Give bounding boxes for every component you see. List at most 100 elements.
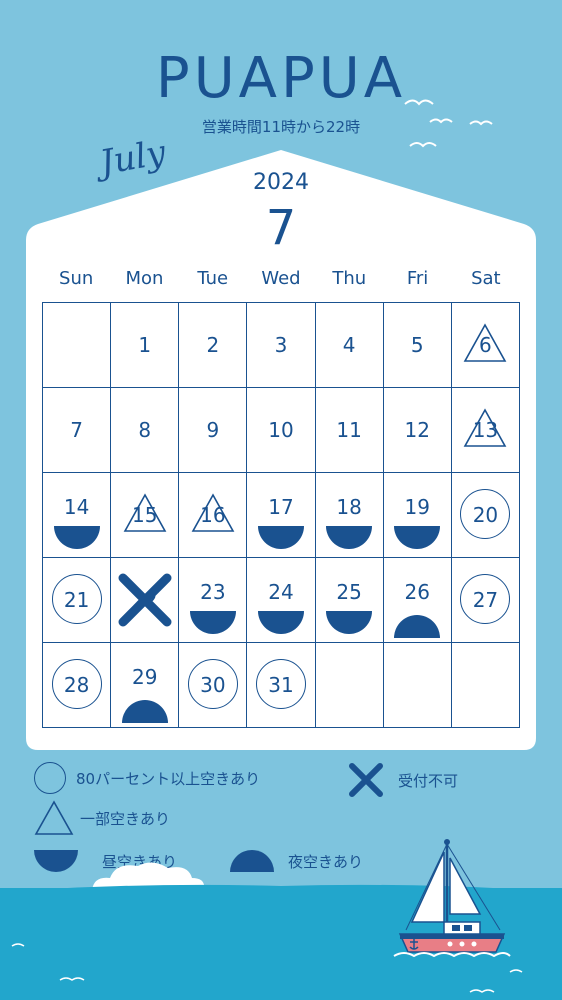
weekday-fri: Fri — [406, 268, 429, 289]
cross-icon — [349, 763, 383, 797]
day-number: 21 — [63, 588, 90, 612]
day-number: 31 — [268, 673, 294, 697]
day-cell-31[interactable]: 31 — [247, 643, 316, 728]
triangle-icon — [34, 800, 74, 835]
weekday-sun: Sun — [59, 268, 94, 289]
day-number: 10 — [268, 418, 294, 442]
day-number: 17 — [268, 494, 294, 519]
day-cell-15[interactable]: 15 — [111, 473, 180, 558]
legend-closed-label: 受付不可 — [398, 771, 459, 790]
day-number: 4 — [342, 333, 356, 357]
day-number: 8 — [138, 418, 152, 442]
half-circle-bottom-icon — [326, 526, 373, 549]
shop-title: PUAPUA — [155, 46, 407, 111]
day-number: 26 — [404, 579, 430, 604]
day-cell-24[interactable]: 24 — [247, 558, 316, 643]
weekday-thu: Thu — [332, 268, 367, 289]
day-number: 14 — [63, 494, 90, 519]
day-number: 16 — [200, 503, 226, 527]
day-number: 3 — [274, 333, 288, 357]
half-circle-bottom-icon — [189, 611, 236, 634]
day-cell-14[interactable]: 14 — [43, 473, 112, 558]
day-cell-28[interactable]: 28 — [43, 643, 112, 728]
day-number: 9 — [206, 418, 220, 442]
day-cell-25[interactable]: 25 — [315, 558, 384, 643]
half-circle-bottom-icon — [53, 526, 100, 549]
half-circle-top-icon — [121, 700, 168, 723]
day-number: 6 — [479, 333, 492, 357]
half-circle-bottom-icon — [394, 526, 441, 549]
calendar-year: 2024 — [253, 170, 309, 195]
day-cell-9[interactable]: 9 — [179, 388, 248, 473]
day-number: 29 — [131, 664, 158, 689]
day-cell-22[interactable]: 22 — [111, 558, 180, 643]
legend-dinner: 夜空きあり — [230, 850, 363, 872]
weekday-mon: Mon — [125, 268, 164, 289]
day-cell-21[interactable]: 21 — [43, 558, 112, 643]
day-cell-11[interactable]: 11 — [315, 388, 384, 473]
day-cell-7[interactable]: 7 — [43, 388, 112, 473]
legend-partial-label: 一部空きあり — [80, 809, 171, 828]
day-number: 24 — [268, 579, 294, 604]
weekday-wed: Wed — [261, 268, 301, 289]
day-cell-10[interactable]: 10 — [247, 388, 316, 473]
day-number: 2 — [206, 333, 220, 357]
half-circle-bottom-icon — [257, 611, 304, 634]
weekday-sat: Sat — [471, 268, 501, 289]
day-cell-18[interactable]: 18 — [315, 473, 384, 558]
day-cell-30[interactable]: 30 — [179, 643, 248, 728]
day-number: 13 — [472, 418, 499, 442]
day-cell-5[interactable]: 5 — [383, 303, 452, 388]
day-cell-1[interactable]: 1 — [111, 303, 180, 388]
calendar-month: 7 — [265, 200, 297, 256]
legend-closed: 受付不可 — [348, 762, 458, 798]
business-hours: 営業時間11時から22時 — [201, 118, 361, 136]
day-cell-2[interactable]: 2 — [179, 303, 248, 388]
day-cell-23[interactable]: 23 — [179, 558, 248, 643]
calendar-grid: 1 2 3 4 5 6 7 8 9 10 11 12 13 14 15 16 17 18 19 20 21 22 23 24 2… — [42, 302, 520, 728]
weekday-header: Sun Mon Tue Wed Thu Fri Sat — [42, 268, 520, 289]
empty-cell — [43, 303, 112, 388]
day-number: 1 — [138, 333, 152, 357]
day-cell-8[interactable]: 8 — [111, 388, 180, 473]
sailboat-illustration — [393, 839, 511, 958]
day-number: 27 — [472, 588, 499, 612]
half-circle-bottom-icon — [326, 611, 373, 634]
half-circle-bottom-icon — [257, 526, 304, 549]
day-number: 7 — [70, 418, 83, 442]
legend-partial: 一部空きあり — [34, 800, 170, 836]
day-cell-16[interactable]: 16 — [179, 473, 248, 558]
day-number: 28 — [63, 673, 90, 697]
day-cell-26[interactable]: 26 — [383, 558, 452, 643]
day-number: 11 — [336, 418, 362, 442]
day-number: 22 — [131, 588, 158, 612]
day-number: 5 — [410, 333, 424, 357]
day-cell-4[interactable]: 4 — [315, 303, 384, 388]
day-number: 20 — [472, 503, 499, 527]
day-cell-29[interactable]: 29 — [111, 643, 180, 728]
half-circle-bottom-icon — [34, 850, 78, 872]
day-cell-17[interactable]: 17 — [247, 473, 316, 558]
day-number: 18 — [336, 494, 362, 519]
day-number: 15 — [131, 503, 158, 527]
day-cell-13[interactable]: 13 — [451, 388, 520, 473]
day-number: 19 — [404, 494, 430, 519]
empty-cell — [383, 643, 452, 728]
day-number: 23 — [200, 579, 226, 604]
day-cell-3[interactable]: 3 — [247, 303, 316, 388]
day-cell-19[interactable]: 19 — [383, 473, 452, 558]
day-number: 25 — [336, 579, 362, 604]
legend-open: 80パーセント以上空きあり — [34, 762, 260, 794]
day-cell-27[interactable]: 27 — [451, 558, 520, 643]
legend-open-label: 80パーセント以上空きあり — [76, 769, 261, 788]
day-cell-12[interactable]: 12 — [383, 388, 452, 473]
half-circle-top-icon — [394, 615, 441, 638]
day-cell-6[interactable]: 6 — [451, 303, 520, 388]
empty-cell — [315, 643, 384, 728]
half-circle-top-icon — [230, 850, 274, 872]
empty-cell — [451, 643, 520, 728]
day-number: 12 — [404, 418, 430, 442]
day-number: 30 — [200, 673, 226, 697]
day-cell-20[interactable]: 20 — [451, 473, 520, 558]
weekday-tue: Tue — [197, 268, 229, 289]
